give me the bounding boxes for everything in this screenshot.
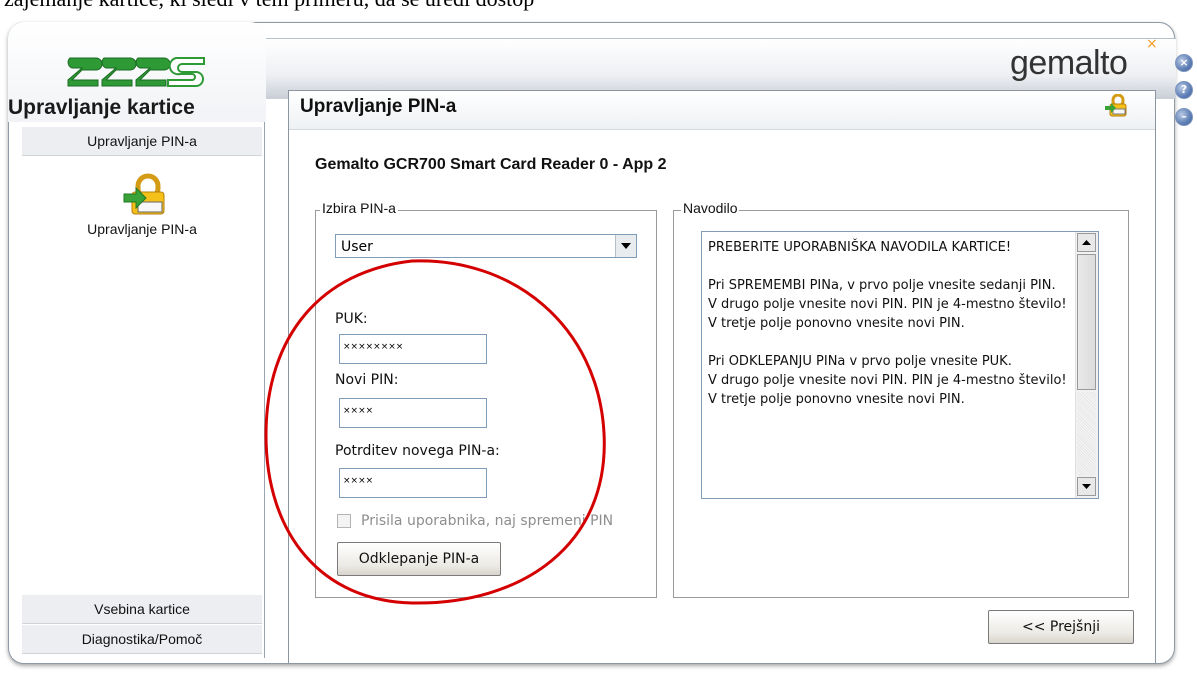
sidebar-item-card-content[interactable]: Vsebina kartice bbox=[22, 594, 262, 624]
force-change-checkbox[interactable] bbox=[337, 514, 351, 528]
puk-field[interactable]: ×××××××× bbox=[339, 334, 487, 364]
sidebar-item-pin-management[interactable]: Upravljanje PIN-a bbox=[22, 126, 262, 156]
cropped-caption: zajemanje kartice, ki sledi v tem primer… bbox=[4, 0, 534, 12]
app-title: Upravljanje kartice bbox=[8, 96, 195, 119]
pin-lock-small-icon bbox=[1105, 94, 1127, 117]
instructions-textarea[interactable]: PREBERITE UPORABNIŠKA NAVODILA KARTICE! … bbox=[701, 231, 1099, 499]
zzzs-logo-icon bbox=[67, 57, 205, 87]
chevron-down-icon[interactable] bbox=[615, 235, 636, 257]
confirm-pin-field[interactable]: ×××× bbox=[339, 468, 487, 498]
confirm-pin-label: Potrditev novega PIN-a: bbox=[335, 443, 500, 459]
brand-logo: gemalto bbox=[1010, 44, 1128, 82]
sidebar-icon-label[interactable]: Upravljanje PIN-a bbox=[22, 221, 262, 237]
help-icon[interactable]: ? bbox=[1175, 81, 1193, 99]
scroll-up-icon[interactable] bbox=[1077, 233, 1096, 252]
pin-type-value: User bbox=[341, 239, 373, 255]
new-pin-label: Novi PIN: bbox=[335, 372, 399, 388]
close-icon[interactable]: × bbox=[1175, 54, 1193, 72]
puk-label: PUK: bbox=[335, 311, 368, 327]
pin-type-select[interactable]: User bbox=[335, 234, 637, 258]
instructions-text: PREBERITE UPORABNIŠKA NAVODILA KARTICE! … bbox=[708, 240, 1067, 407]
force-change-label: Prisila uporabnika, naj spremeni PIN bbox=[361, 513, 614, 529]
pin-selection-legend: Izbira PIN-a bbox=[320, 200, 398, 216]
reader-name: Gemalto GCR700 Smart Card Reader 0 - App… bbox=[315, 156, 667, 173]
sidebar-item-diagnostics[interactable]: Diagnostika/Pomoč bbox=[22, 624, 262, 654]
new-pin-field[interactable]: ×××× bbox=[339, 398, 487, 428]
unlock-pin-button[interactable]: Odklepanje PIN-a bbox=[337, 542, 501, 576]
scroll-down-icon[interactable] bbox=[1077, 477, 1096, 496]
scroll-track[interactable] bbox=[1077, 392, 1096, 476]
brand-mark-icon: × bbox=[1146, 36, 1158, 52]
instructions-scrollbar[interactable] bbox=[1075, 232, 1098, 498]
instructions-legend: Navodilo bbox=[681, 200, 740, 216]
logo-area: Upravljanje kartice bbox=[8, 22, 266, 122]
scroll-thumb[interactable] bbox=[1077, 254, 1096, 390]
minimize-icon[interactable]: – bbox=[1175, 108, 1193, 126]
previous-button[interactable]: << Prejšnji bbox=[988, 610, 1134, 644]
panel-title: Upravljanje PIN-a bbox=[300, 96, 457, 117]
pin-lock-icon[interactable] bbox=[122, 172, 168, 218]
